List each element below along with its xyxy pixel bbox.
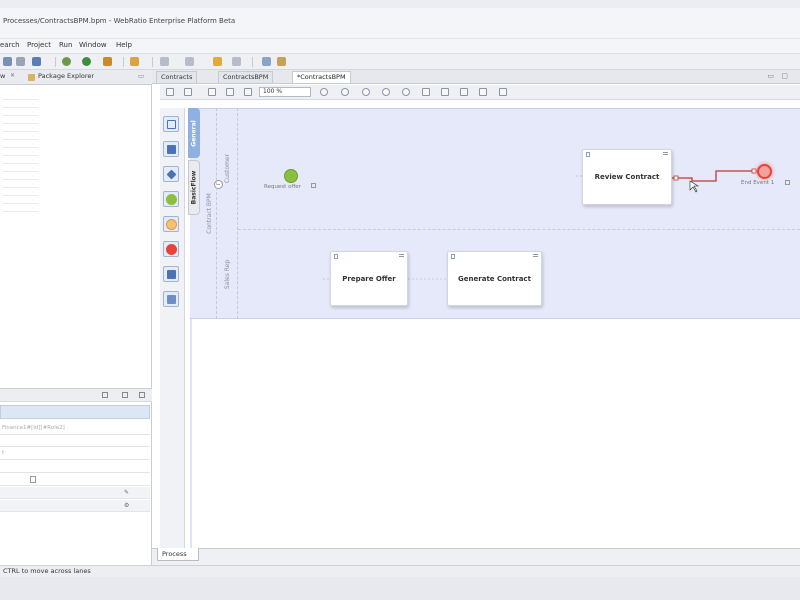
task-label: Generate Contract [458, 274, 531, 283]
user-task-icon [451, 254, 455, 259]
start-event[interactable] [284, 169, 298, 183]
window-frame-bottom [0, 577, 800, 600]
start-event-label: Request offer [264, 184, 301, 190]
flow-handle[interactable] [673, 175, 679, 181]
task-menu-icon[interactable] [399, 254, 404, 257]
editor-bottom-bar [152, 548, 800, 565]
end-event-label: End Event 1 [741, 180, 775, 186]
user-task-icon [586, 152, 590, 157]
event-marker-icon [311, 183, 316, 188]
mouse-cursor-icon [689, 180, 700, 193]
status-bar: CTRL to move across lanes [0, 565, 800, 577]
tab-process[interactable]: Process [157, 548, 199, 561]
task-menu-icon[interactable] [663, 152, 668, 155]
task-generate-contract[interactable]: Generate Contract [447, 251, 542, 306]
end-event[interactable] [757, 164, 772, 179]
task-review-contract[interactable]: Review Contract [582, 149, 672, 205]
task-prepare-offer[interactable]: Prepare Offer [330, 251, 408, 306]
user-task-icon [334, 254, 338, 259]
task-menu-icon[interactable] [533, 254, 538, 257]
flow-handle[interactable] [751, 168, 757, 174]
task-label: Prepare Offer [342, 274, 396, 283]
event-marker-icon [785, 180, 790, 185]
task-label: Review Contract [594, 173, 660, 181]
